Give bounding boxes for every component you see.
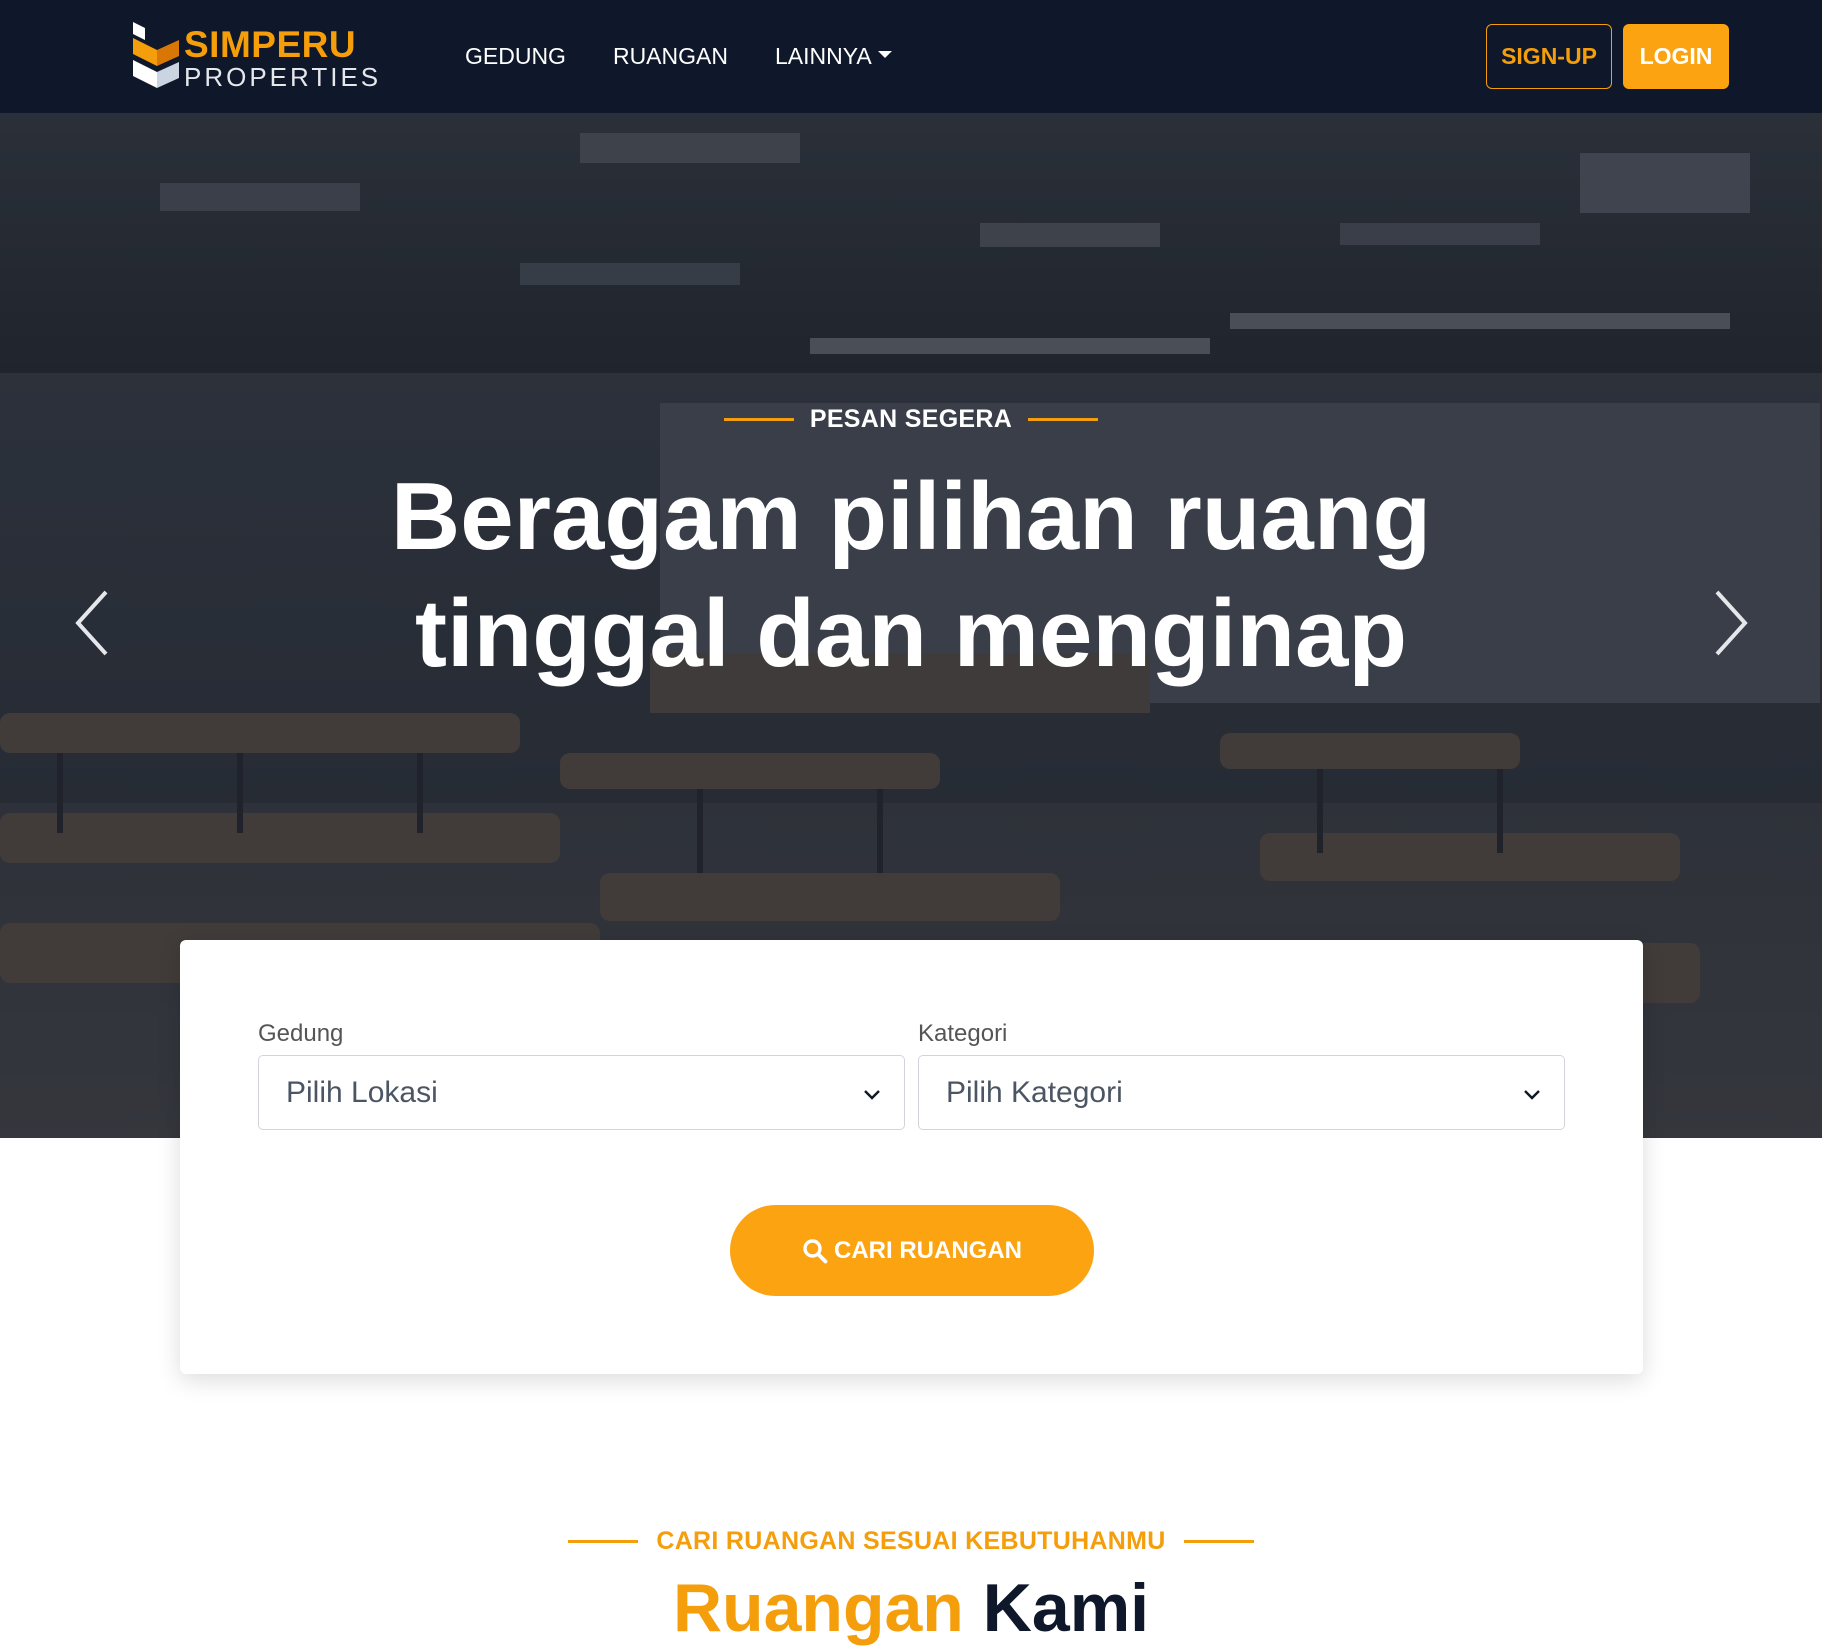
eyebrow-line-left: [568, 1540, 639, 1543]
search-rooms-button[interactable]: CARI RUANGAN: [730, 1205, 1094, 1296]
hero-eyebrow: PESAN SEGERA: [0, 405, 1822, 434]
search-card: Gedung Pilih Lokasi Kategori Pilih Kateg…: [180, 940, 1643, 1374]
simperu-logo-icon: [133, 22, 179, 88]
nav-item-label: LAINNYA: [774, 43, 872, 69]
caret-down-icon: [877, 51, 892, 58]
nav-item-lainnya-dropdown[interactable]: LAINNYA: [775, 43, 892, 70]
section-title: Ruangan Kami: [0, 1568, 1822, 1648]
nav-item-label: RUANGAN: [612, 43, 728, 69]
main-nav: GEDUNG RUANGAN LAINNYA: [465, 0, 939, 113]
hero-title: Beragam pilihan ruang tinggal dan mengin…: [390, 463, 1432, 687]
section-eyebrow: CARI RUANGAN SESUAI KEBUTUHANMU: [0, 1527, 1822, 1556]
eyebrow-line-right: [1028, 418, 1099, 421]
brand-logo[interactable]: SIMPERU PROPERTIES: [131, 22, 378, 92]
nav-item-label: GEDUNG: [465, 43, 566, 69]
section-title-accent: Ruangan: [672, 1570, 964, 1646]
top-navbar: SIMPERU PROPERTIES GEDUNG RUANGAN LAINNY…: [0, 0, 1822, 113]
gedung-label: Gedung: [258, 1020, 344, 1047]
section-eyebrow-text: CARI RUANGAN SESUAI KEBUTUHANMU: [656, 1527, 1166, 1555]
gedung-select-value: Pilih Lokasi: [286, 1075, 438, 1109]
eyebrow-line-left: [723, 418, 794, 421]
login-button[interactable]: LOGIN: [1623, 24, 1729, 89]
brand-subtitle: PROPERTIES: [184, 62, 382, 92]
chevron-left-icon[interactable]: [72, 588, 112, 658]
kategori-select-value: Pilih Kategori: [946, 1075, 1123, 1109]
chevron-down-icon: [864, 1090, 880, 1100]
section-title-rest: Kami: [982, 1570, 1150, 1646]
signup-button[interactable]: SIGN-UP: [1486, 24, 1612, 89]
kategori-label: Kategori: [918, 1020, 1008, 1047]
hero-eyebrow-text: PESAN SEGERA: [809, 405, 1013, 433]
eyebrow-line-right: [1183, 1540, 1254, 1543]
nav-item-ruangan[interactable]: RUANGAN: [613, 43, 728, 70]
chevron-right-icon[interactable]: [1711, 588, 1751, 658]
search-button-label: CARI RUANGAN: [834, 1236, 1022, 1264]
chevron-down-icon: [1524, 1090, 1540, 1100]
search-icon: [803, 1238, 828, 1263]
brand-name: SIMPERU: [184, 24, 357, 65]
gedung-select[interactable]: Pilih Lokasi: [258, 1055, 905, 1130]
kategori-select[interactable]: Pilih Kategori: [918, 1055, 1565, 1130]
nav-item-gedung[interactable]: GEDUNG: [465, 43, 566, 70]
